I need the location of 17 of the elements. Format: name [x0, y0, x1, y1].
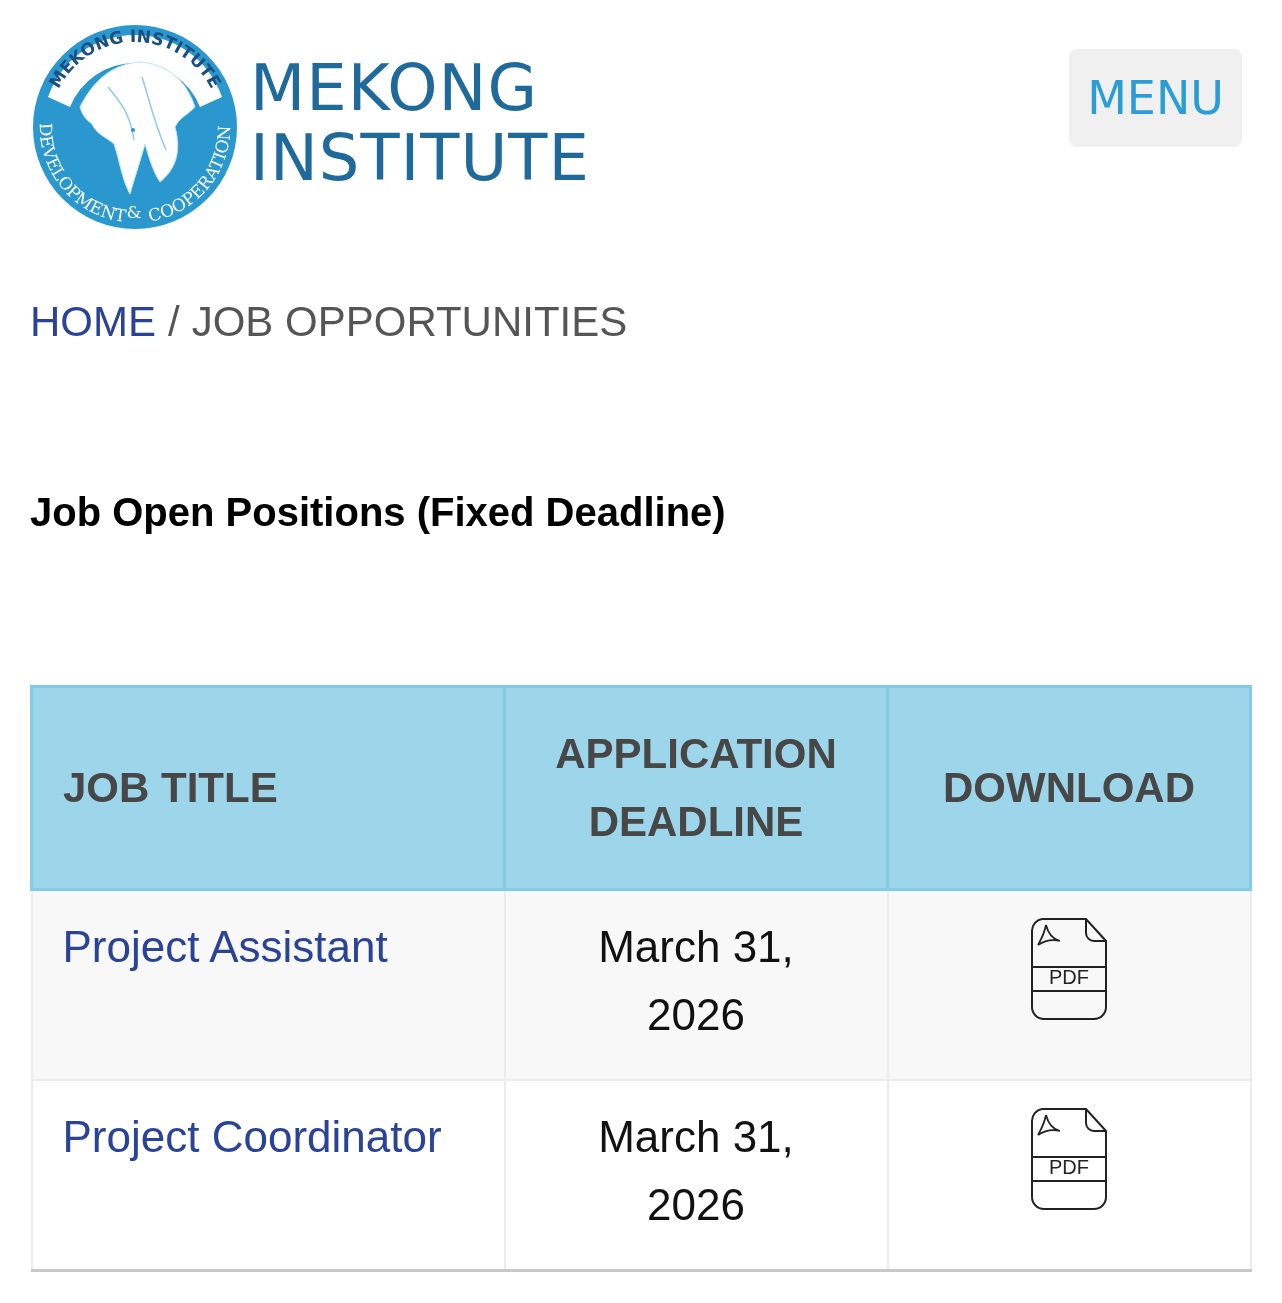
logo-ring-text: &: [126, 202, 142, 222]
deadline-cell: March 31, 2026: [504, 1080, 888, 1271]
logo-wordmark: MEKONG: [250, 53, 539, 123]
pdf-download-link[interactable]: PDF: [1030, 1107, 1108, 1211]
pdf-file-icon: [1030, 917, 1108, 1021]
breadcrumb-current: JOB OPPORTUNITIES: [191, 298, 628, 346]
column-header: APPLICATION DEADLINE: [504, 686, 888, 890]
job-title-link[interactable]: Project Assistant: [62, 922, 388, 971]
column-header: JOB TITLE: [31, 686, 505, 890]
deadline-cell: March 31, 2026: [504, 889, 888, 1080]
section-heading: Job Open Positions (Fixed Deadline): [30, 490, 727, 535]
breadcrumb-link[interactable]: HOME: [30, 298, 156, 346]
column-header: DOWNLOAD: [887, 686, 1251, 890]
logo-wordmark: INSTITUTE: [250, 123, 590, 193]
breadcrumb-separator: /: [168, 298, 180, 346]
pdf-download-link[interactable]: PDF: [1030, 917, 1108, 1021]
pdf-file-icon: [1030, 1107, 1108, 1211]
